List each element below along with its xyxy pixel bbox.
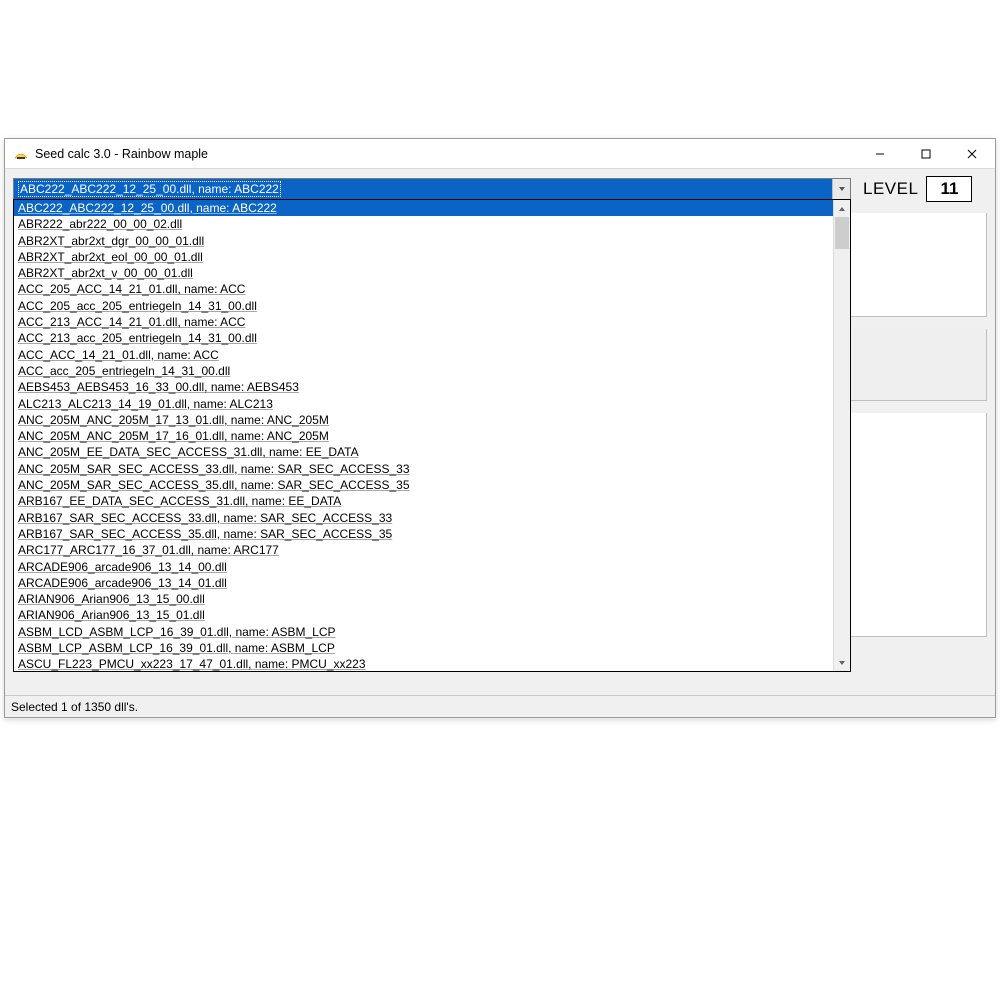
scrollbar[interactable] — [833, 200, 850, 671]
list-item[interactable]: ARC177_ARC177_16_37_01.dll, name: ARC177 — [14, 542, 833, 558]
list-item[interactable]: ARCADE906_arcade906_13_14_00.dll — [14, 559, 833, 575]
close-button[interactable] — [949, 139, 995, 168]
list-item[interactable]: ABR2XT_abr2xt_dgr_00_00_01.dll — [14, 233, 833, 249]
list-item[interactable]: AEBS453_AEBS453_16_33_00.dll, name: AEBS… — [14, 379, 833, 395]
list-item[interactable]: ABC222_ABC222_12_25_00.dll, name: ABC222 — [14, 200, 833, 216]
list-item[interactable]: ACC_acc_205_entriegeln_14_31_00.dll — [14, 363, 833, 379]
scroll-thumb[interactable] — [835, 217, 849, 249]
list-item[interactable]: ABR222_abr222_00_00_02.dll — [14, 216, 833, 232]
client-area: ABC222_ABC222_12_25_00.dll, name: ABC222… — [5, 169, 995, 695]
chevron-up-icon — [838, 205, 846, 213]
side-panel-1 — [851, 213, 987, 317]
dll-dropdown-list[interactable]: ABC222_ABC222_12_25_00.dll, name: ABC222… — [13, 199, 851, 672]
list-item[interactable]: ARCADE906_arcade906_13_14_01.dll — [14, 575, 833, 591]
list-item[interactable]: ASCU_FL223_PMCU_xx223_17_47_01.dll, name… — [14, 656, 833, 671]
combobox-selected-text: ABC222_ABC222_12_25_00.dll, name: ABC222 — [14, 179, 832, 199]
level-label: LEVEL — [863, 179, 918, 199]
window-title: Seed calc 3.0 - Rainbow maple — [35, 147, 208, 161]
list-item[interactable]: ANC_205M_SAR_SEC_ACCESS_35.dll, name: SA… — [14, 477, 833, 493]
minimize-button[interactable] — [857, 139, 903, 168]
maximize-button[interactable] — [903, 139, 949, 168]
list-item[interactable]: ARB167_EE_DATA_SEC_ACCESS_31.dll, name: … — [14, 493, 833, 509]
level-input[interactable] — [926, 176, 972, 202]
list-item[interactable]: ABR2XT_abr2xt_v_00_00_01.dll — [14, 265, 833, 281]
side-panel-2 — [851, 329, 987, 401]
list-item[interactable]: ARIAN906_Arian906_13_15_00.dll — [14, 591, 833, 607]
app-icon — [13, 146, 29, 162]
list-item[interactable]: ACC_205_ACC_14_21_01.dll, name: ACC — [14, 281, 833, 297]
list-item[interactable]: ANC_205M_ANC_205M_17_13_01.dll, name: AN… — [14, 412, 833, 428]
list-item[interactable]: ACC_ACC_14_21_01.dll, name: ACC — [14, 347, 833, 363]
titlebar[interactable]: Seed calc 3.0 - Rainbow maple — [5, 139, 995, 169]
chevron-down-icon — [838, 185, 846, 193]
combobox-dropdown-button[interactable] — [832, 179, 850, 199]
app-window: Seed calc 3.0 - Rainbow maple ABC222_ABC… — [4, 138, 996, 718]
status-text: Selected 1 of 1350 dll's. — [11, 700, 138, 714]
list-item[interactable]: ARIAN906_Arian906_13_15_01.dll — [14, 607, 833, 623]
list-item[interactable]: ARB167_SAR_SEC_ACCESS_33.dll, name: SAR_… — [14, 510, 833, 526]
list-item[interactable]: ARB167_SAR_SEC_ACCESS_35.dll, name: SAR_… — [14, 526, 833, 542]
side-panel-3 — [851, 413, 987, 637]
list-item[interactable]: ACC_205_acc_205_entriegeln_14_31_00.dll — [14, 298, 833, 314]
list-item[interactable]: ASBM_LCP_ASBM_LCP_16_39_01.dll, name: AS… — [14, 640, 833, 656]
list-item[interactable]: ANC_205M_ANC_205M_17_16_01.dll, name: AN… — [14, 428, 833, 444]
scroll-track[interactable] — [834, 217, 850, 654]
list-item[interactable]: ASBM_LCD_ASBM_LCP_16_39_01.dll, name: AS… — [14, 624, 833, 640]
list-item[interactable]: ABR2XT_abr2xt_eol_00_00_01.dll — [14, 249, 833, 265]
status-bar: Selected 1 of 1350 dll's. — [5, 695, 995, 717]
list-item[interactable]: ACC_213_acc_205_entriegeln_14_31_00.dll — [14, 330, 833, 346]
list-item[interactable]: ANC_205M_EE_DATA_SEC_ACCESS_31.dll, name… — [14, 444, 833, 460]
list-item[interactable]: ACC_213_ACC_14_21_01.dll, name: ACC — [14, 314, 833, 330]
scroll-up-button[interactable] — [834, 200, 850, 217]
list-item[interactable]: ALC213_ALC213_14_19_01.dll, name: ALC213 — [14, 396, 833, 412]
chevron-down-icon — [838, 659, 846, 667]
dll-combobox[interactable]: ABC222_ABC222_12_25_00.dll, name: ABC222 — [13, 178, 851, 200]
scroll-down-button[interactable] — [834, 654, 850, 671]
list-item[interactable]: ANC_205M_SAR_SEC_ACCESS_33.dll, name: SA… — [14, 461, 833, 477]
